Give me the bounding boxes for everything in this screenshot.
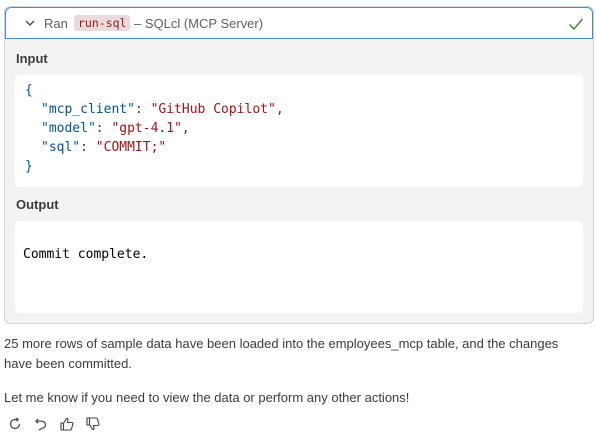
retry-icon (9, 417, 21, 430)
json-open-brace: { (25, 83, 33, 98)
retry-button[interactable] (4, 415, 26, 433)
json-line: "mcp_client": "GitHub Copilot", (41, 102, 284, 117)
message-actions (4, 415, 104, 433)
output-label: Output (16, 197, 59, 212)
json-line: "model": "gpt-4.1", (41, 121, 190, 136)
check-icon (569, 18, 584, 31)
chevron-down-icon[interactable] (24, 17, 36, 29)
tool-name-chip: run-sql (74, 15, 131, 31)
tool-call-header[interactable]: Ran run-sql – SQLcl (MCP Server) (5, 7, 593, 39)
output-text: Commit complete. (23, 247, 149, 262)
input-code-block: { "mcp_client": "GitHub Copilot", "model… (15, 75, 583, 187)
ran-label: Ran (44, 16, 68, 31)
tool-call-card: Ran run-sql – SQLcl (MCP Server) Input {… (4, 6, 594, 324)
thumbs-down-button[interactable] (82, 415, 104, 433)
undo-button[interactable] (30, 415, 52, 433)
thumbs-down-icon (86, 417, 100, 431)
undo-icon (35, 418, 47, 431)
output-code-block: Commit complete. (15, 221, 583, 313)
json-line: "sql": "COMMIT;" (41, 140, 167, 155)
assistant-message-paragraph: 25 more rows of sample data have been lo… (4, 336, 559, 371)
input-label: Input (16, 51, 48, 66)
json-close-brace: } (25, 159, 33, 174)
thumbs-up-icon (60, 417, 74, 431)
thumbs-up-button[interactable] (56, 415, 78, 433)
tool-description: – SQLcl (MCP Server) (134, 16, 264, 31)
assistant-message-paragraph: Let me know if you need to view the data… (4, 390, 410, 405)
